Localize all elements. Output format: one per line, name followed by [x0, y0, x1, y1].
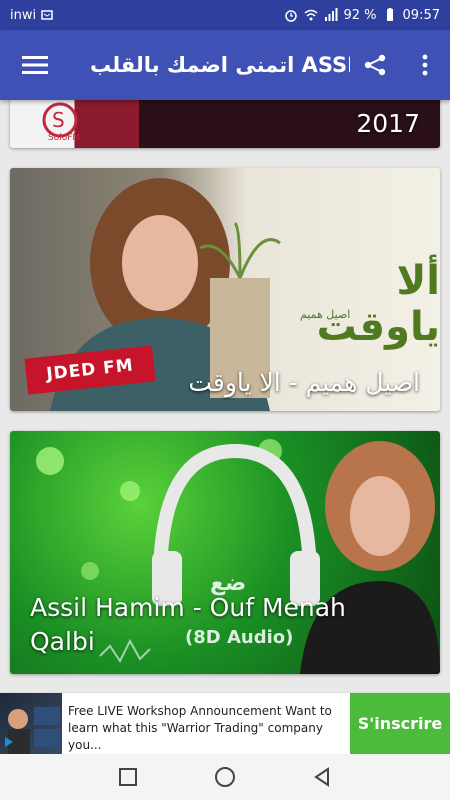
menu-button[interactable] [0, 30, 70, 100]
carrier-name: inwi [10, 7, 37, 23]
clock-time: 09:57 [402, 7, 440, 23]
signal-icon [324, 8, 337, 21]
ad-banner[interactable]: Free LIVE Workshop Announcement Want to … [0, 692, 450, 755]
video-feed[interactable]: S SoloFM 2017 ألا ياوقت اصيل هميم JDED F… [0, 100, 450, 692]
app-bar: اتمنى اضمك بالقلب ASSIL [0, 30, 450, 100]
battery-percent: 92 % [343, 7, 377, 23]
solofm-logo-text: SoloFM [48, 133, 81, 143]
status-right: 92 % 09:57 [284, 7, 440, 23]
video-title: Assil Hamim - Ouf Menah Qalbi [30, 593, 346, 656]
home-icon[interactable] [214, 766, 236, 788]
overflow-menu-button[interactable] [400, 30, 450, 100]
system-nav-bar [0, 754, 450, 800]
ad-image[interactable] [0, 693, 62, 755]
hamburger-icon [22, 56, 48, 74]
back-icon[interactable] [312, 767, 332, 787]
ad-choices-icon[interactable] [2, 735, 16, 749]
video-title: 2017 [356, 109, 420, 138]
video-card[interactable]: S SoloFM 2017 [10, 100, 440, 148]
video-card[interactable]: ألا ياوقت اصيل هميم JDED FM اصيل هميم - … [10, 168, 440, 411]
overlay-title: ألا ياوقت [316, 258, 440, 350]
recents-icon[interactable] [118, 767, 138, 787]
status-left: inwi [10, 8, 54, 23]
wifi-icon [304, 9, 317, 21]
ad-cta-button[interactable]: S'inscrire [350, 693, 450, 754]
page-title: اتمنى اضمك بالقلب ASSIL [90, 53, 350, 77]
notification-icon [41, 10, 53, 20]
more-vert-icon [422, 54, 428, 76]
video-title: اصيل هميم - الا ياوقت [188, 368, 420, 397]
status-bar: inwi 92 % 09:57 [0, 0, 450, 30]
battery-icon [386, 8, 393, 21]
overlay-subtitle: اصيل هميم [300, 308, 351, 321]
video-card[interactable]: ضع (8D Audio) Assil Hamim - Ouf Menah Qa… [10, 431, 440, 674]
ad-text[interactable]: Free LIVE Workshop Announcement Want to … [62, 693, 350, 754]
share-button[interactable] [350, 30, 400, 100]
alarm-icon [284, 10, 297, 22]
svg-text:S: S [52, 108, 65, 132]
app-screen: inwi 92 % 09:57 اتمنى اضمك بالقلب ASSIL … [0, 0, 450, 800]
share-icon [364, 54, 386, 76]
